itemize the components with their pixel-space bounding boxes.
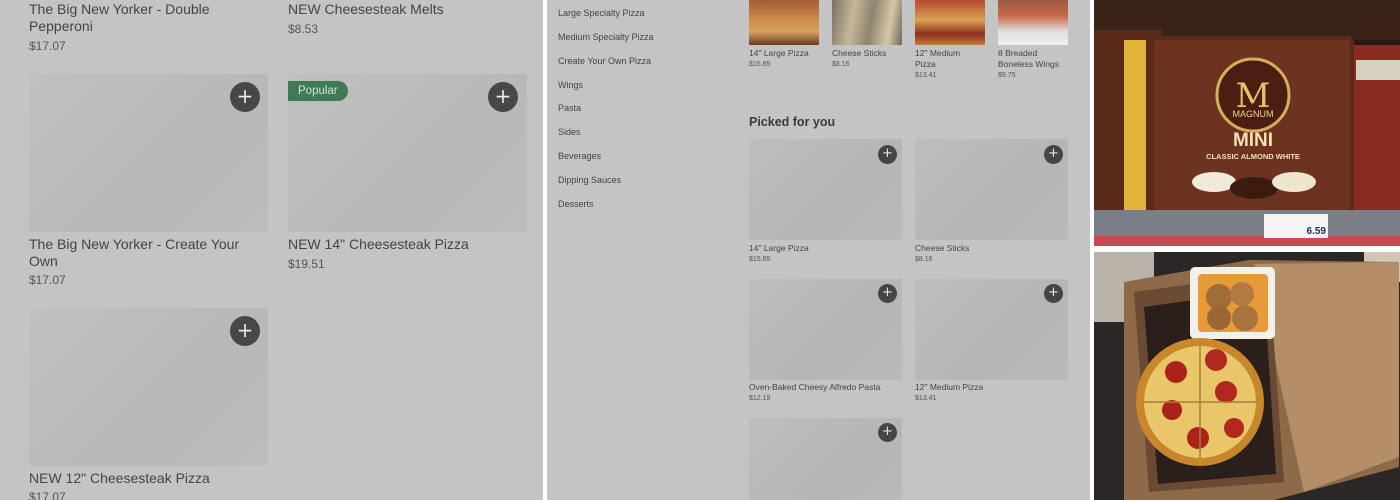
- item-name[interactable]: NEW 14" Cheesesteak Pizza: [288, 236, 528, 253]
- add-item-button[interactable]: +: [230, 316, 260, 346]
- item-name[interactable]: Cheese Sticks: [832, 48, 910, 59]
- item-price: $8.53: [288, 22, 319, 36]
- magnum-flavor: CLASSIC ALMOND WHITE: [1206, 152, 1300, 161]
- menu-panel-left: The Big New Yorker - Double Pepperoni $1…: [0, 0, 543, 500]
- pizza-box-photo: [1094, 252, 1400, 500]
- item-price: $15.85: [749, 61, 771, 68]
- item-name[interactable]: NEW Cheesesteak Melts: [288, 1, 528, 18]
- item-name[interactable]: Cheese Sticks: [915, 243, 1065, 254]
- category-link[interactable]: Medium Specialty Pizza: [558, 32, 654, 42]
- add-item-button[interactable]: +: [878, 423, 897, 442]
- category-link[interactable]: Large Specialty Pizza: [558, 8, 645, 18]
- add-item-button[interactable]: +: [1044, 284, 1063, 303]
- shelf-price-tag: 6.59: [1307, 226, 1327, 237]
- item-image[interactable]: [749, 0, 819, 45]
- category-link[interactable]: Dipping Sauces: [558, 175, 621, 185]
- category-link[interactable]: Sides: [558, 127, 581, 137]
- menu-panel-right: Large Specialty Pizza Medium Specialty P…: [547, 0, 1090, 500]
- item-name[interactable]: 14" Large Pizza: [749, 243, 899, 254]
- item-image[interactable]: [998, 0, 1068, 45]
- item-name[interactable]: 12" Medium Pizza: [915, 48, 977, 70]
- item-name[interactable]: The Big New Yorker - Create Your Own: [29, 236, 269, 270]
- add-item-button[interactable]: +: [878, 284, 897, 303]
- item-price: $12.19: [749, 395, 771, 402]
- item-price: $19.51: [288, 257, 325, 271]
- item-name[interactable]: NEW 12" Cheesesteak Pizza: [29, 470, 269, 487]
- item-price: $17.07: [29, 39, 66, 53]
- item-price: $8.16: [832, 61, 850, 68]
- item-name[interactable]: Oven-Baked Cheesy Alfredo Pasta: [749, 382, 904, 393]
- item-price: $8.16: [915, 256, 933, 263]
- item-name[interactable]: 12" Medium Pizza: [915, 382, 1065, 393]
- popular-badge: Popular: [288, 81, 348, 101]
- add-item-button[interactable]: +: [878, 145, 897, 164]
- item-image[interactable]: [915, 0, 985, 45]
- category-link[interactable]: Create Your Own Pizza: [558, 56, 651, 66]
- category-link[interactable]: Desserts: [558, 199, 594, 209]
- category-link[interactable]: Wings: [558, 80, 583, 90]
- magnum-box-photo: M MAGNUM MINI CLASSIC ALMOND WHITE 6.59: [1094, 0, 1400, 246]
- item-price: $15.85: [749, 256, 771, 263]
- item-price: $17.07: [29, 273, 66, 287]
- magnum-line: MINI: [1233, 130, 1273, 151]
- item-price: $9.75: [998, 72, 1016, 79]
- item-name[interactable]: 8 Breaded Boneless Wings: [998, 48, 1072, 70]
- item-price: $13.41: [915, 395, 937, 402]
- item-price: $17.07: [29, 490, 66, 500]
- add-item-button[interactable]: +: [1044, 145, 1063, 164]
- section-title: Picked for you: [749, 115, 836, 129]
- add-item-button[interactable]: +: [488, 82, 518, 112]
- category-link[interactable]: Pasta: [558, 103, 581, 113]
- item-name[interactable]: 14" Large Pizza: [749, 48, 827, 59]
- item-image[interactable]: [832, 0, 902, 45]
- item-price: $13.41: [915, 72, 937, 79]
- magnum-brand: MAGNUM: [1233, 109, 1274, 119]
- item-name[interactable]: The Big New Yorker - Double Pepperoni: [29, 1, 269, 35]
- add-item-button[interactable]: +: [230, 82, 260, 112]
- category-link[interactable]: Beverages: [558, 151, 601, 161]
- photo-column: M MAGNUM MINI CLASSIC ALMOND WHITE 6.59: [1094, 0, 1400, 500]
